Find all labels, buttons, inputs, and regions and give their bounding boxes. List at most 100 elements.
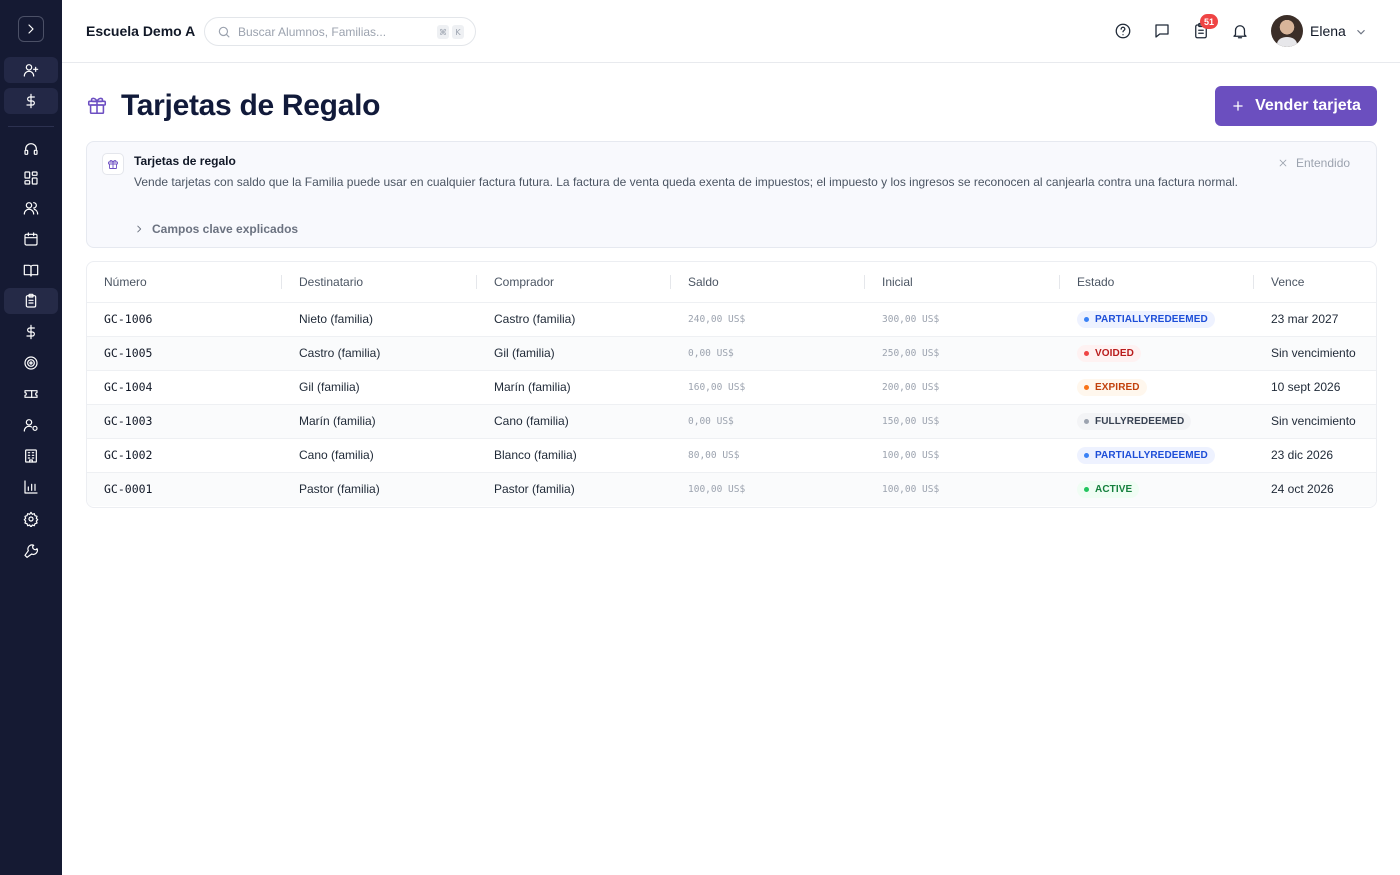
recipient-cell: Cano (familia) [299, 448, 374, 462]
column-header-estado[interactable]: Estado [1060, 262, 1254, 302]
sidebar-toggle-button[interactable] [18, 16, 44, 42]
status-dot [1084, 384, 1089, 390]
info-title: Tarjetas de regalo [134, 154, 236, 168]
expiry-cell: 24 oct 2026 [1271, 482, 1334, 497]
balance-cell: 240,00 US$ [688, 313, 746, 325]
initial-amount-cell: 300,00 US$ [882, 313, 940, 325]
table-row[interactable]: GC-0001 Pastor (familia) Pastor (familia) 1… [87, 472, 1376, 506]
sidebar-item-support[interactable] [4, 136, 58, 162]
recipient-cell: Marín (familia) [299, 414, 376, 428]
status-dot [1084, 452, 1089, 458]
users-icon [23, 202, 39, 215]
sidebar-divider [8, 126, 54, 127]
table-row[interactable]: GC-1005 Castro (familia) Gil (familia) 0,00… [87, 336, 1376, 370]
calendar-icon [24, 232, 38, 246]
sell-gift-card-button[interactable]: Vender tarjeta [1215, 86, 1377, 126]
message-icon [1155, 24, 1169, 38]
status-cell: EXPIRED [1060, 370, 1254, 404]
expiry-cell: 10 sept 2026 [1271, 380, 1341, 394]
sidebar-item-dashboard[interactable] [4, 165, 58, 191]
info-panel: Tarjetas de regalo Vende tarjetas con sa… [86, 141, 1377, 248]
sidebar-item-tools[interactable] [4, 537, 58, 563]
column-header-destinatario[interactable]: Destinatario [282, 262, 477, 302]
sidebar-item-settings[interactable] [4, 506, 58, 532]
table-header-row: Número Destinatario Comprador Saldo Inic… [87, 262, 1376, 302]
sidebar-item-admissions[interactable] [4, 57, 58, 83]
balance-cell: 0,00 US$ [688, 415, 734, 427]
avatar[interactable] [1271, 15, 1303, 47]
sidebar-item-families[interactable] [4, 195, 58, 221]
dismiss-label: Entendido [1296, 156, 1351, 170]
column-header-inicial[interactable]: Inicial [865, 262, 1060, 302]
balance-cell: 100,00 US$ [688, 483, 746, 495]
user-menu-button[interactable] [1354, 25, 1368, 39]
table-row[interactable]: GC-1004 Gil (familia) Marín (familia) 160,0… [87, 370, 1376, 404]
column-header-vence[interactable]: Vence [1254, 262, 1376, 302]
user-plus-icon [23, 64, 39, 77]
search-input[interactable] [238, 23, 428, 41]
card-number-cell: GC-1002 [104, 448, 153, 462]
card-number-cell: GC-0001 [104, 482, 153, 497]
user-cog-icon [23, 419, 38, 432]
sidebar-item-reports[interactable] [4, 474, 58, 500]
initial-amount-cell: 200,00 US$ [882, 381, 940, 393]
expiry-cell: Sin vencimiento [1271, 346, 1356, 360]
dismiss-info-button[interactable]: Entendido [1278, 156, 1350, 170]
user-name[interactable]: Elena [1310, 23, 1346, 39]
sidebar-item-goals[interactable] [4, 350, 58, 376]
sidebar-item-staff[interactable] [4, 412, 58, 438]
wrench-icon [24, 544, 38, 558]
buyer-cell: Gil (familia) [494, 346, 555, 360]
search-icon [218, 26, 230, 38]
status-badge: PARTIALLYREDEEMED [1077, 446, 1215, 464]
search-box[interactable]: ⌘ K [204, 17, 476, 46]
sidebar-item-organization[interactable] [4, 443, 58, 469]
dashboard-icon [24, 171, 38, 185]
status-label: VOIDED [1095, 347, 1134, 359]
column-header-numero[interactable]: Número [87, 262, 282, 302]
shortcut-key-cmd: ⌘ [437, 25, 449, 39]
sell-button-label: Vender tarjeta [1255, 97, 1361, 114]
balance-cell: 80,00 US$ [688, 449, 740, 461]
status-dot [1084, 418, 1089, 424]
sidebar-item-gift-cards[interactable] [4, 288, 58, 314]
close-icon [1279, 159, 1287, 167]
table-row[interactable]: GC-1003 Marín (familia) Cano (familia) 0,00… [87, 404, 1376, 438]
sidebar-item-calendar[interactable] [4, 226, 58, 252]
recipient-cell: Gil (familia) [299, 380, 360, 394]
expiry-cell: 23 dic 2026 [1271, 448, 1334, 462]
status-cell: VOIDED [1060, 336, 1254, 370]
page-title: Tarjetas de Regalo [121, 89, 381, 122]
dollar-icon [26, 93, 35, 109]
bell-icon [1233, 25, 1247, 39]
bar-chart-icon [24, 480, 38, 494]
recipient-cell: Castro (familia) [299, 346, 381, 360]
status-badge: FULLYREDEEMED [1077, 412, 1192, 430]
messages-button[interactable] [1152, 21, 1172, 41]
column-header-comprador[interactable]: Comprador [477, 262, 671, 302]
buyer-cell: Blanco (familia) [494, 448, 577, 462]
notifications-button[interactable] [1230, 21, 1250, 41]
sidebar-item-payments[interactable] [4, 319, 58, 345]
buyer-cell: Marín (familia) [494, 380, 571, 394]
column-header-saldo[interactable]: Saldo [671, 262, 865, 302]
sidebar [0, 0, 62, 875]
sidebar-item-tickets[interactable] [4, 381, 58, 407]
status-badge: VOIDED [1077, 344, 1141, 362]
recipient-cell: Nieto (familia) [299, 312, 374, 326]
book-icon [23, 264, 39, 277]
settings-icon [23, 511, 39, 527]
sidebar-item-billing[interactable] [4, 88, 58, 114]
table-row[interactable]: GC-1002 Cano (familia) Blanco (familia) 80,… [87, 438, 1376, 472]
sidebar-item-courses[interactable] [4, 257, 58, 283]
dollar-icon [26, 324, 35, 340]
status-label: PARTIALLYREDEEMED [1095, 313, 1208, 325]
buyer-cell: Cano (familia) [494, 414, 569, 428]
school-name[interactable]: Escuela Demo A [86, 23, 195, 39]
chevron-right-icon [28, 24, 34, 34]
table-row[interactable]: GC-1006 Nieto (familia) Castro (familia) 24… [87, 302, 1376, 336]
help-icon [1115, 23, 1131, 39]
status-badge: EXPIRED [1077, 378, 1147, 396]
help-button[interactable] [1113, 21, 1133, 41]
key-fields-toggle[interactable]: Campos clave explicados [134, 222, 298, 236]
